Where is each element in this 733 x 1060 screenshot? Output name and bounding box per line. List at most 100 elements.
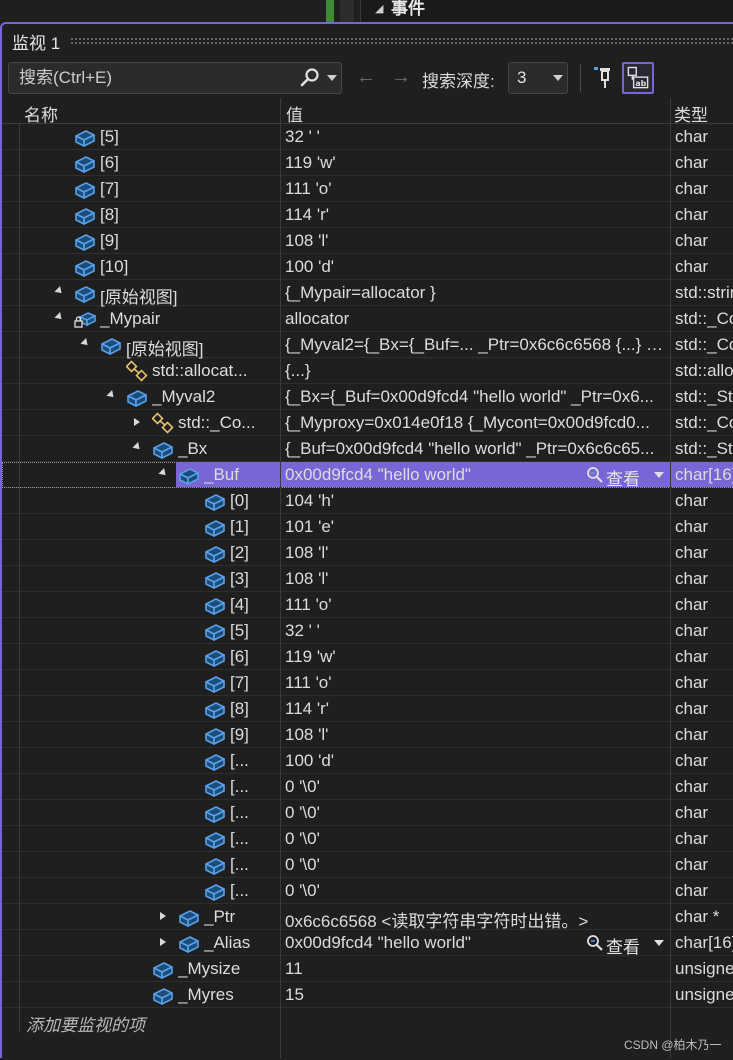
name-cell[interactable]: _Buf [2, 462, 280, 487]
column-divider[interactable] [280, 98, 281, 1058]
column-divider[interactable] [670, 98, 671, 1058]
drag-grip[interactable] [70, 37, 733, 45]
collapse-triangle-icon[interactable]: ◢ [375, 2, 383, 15]
watch-row[interactable]: [9] 108 'l' char [2, 228, 733, 254]
row-value[interactable]: {...} [285, 361, 667, 381]
name-cell[interactable]: [... [2, 826, 280, 851]
watch-row[interactable]: [8] 114 'r' char [2, 202, 733, 228]
expand-arrow-icon[interactable] [160, 938, 166, 946]
row-value[interactable]: 119 'w' [285, 153, 667, 173]
watch-row[interactable]: [4] 111 'o' char [2, 592, 733, 618]
row-value[interactable]: 104 'h' [285, 491, 667, 511]
search-options-chevron-down-icon[interactable] [327, 75, 337, 81]
splitter[interactable] [340, 0, 354, 22]
watch-row[interactable]: [3] 108 'l' char [2, 566, 733, 592]
watch-row[interactable]: _Ptr 0x6c6c6568 <读取字符串字符时出错。> char * [2, 904, 733, 932]
row-value[interactable]: {_Mypair=allocator } [285, 283, 667, 303]
search-back-arrow-icon[interactable]: ← [352, 62, 380, 92]
search-depth-select[interactable]: 3 [508, 62, 568, 94]
row-value[interactable]: 108 'l' [285, 569, 667, 589]
pin-icon[interactable] [588, 62, 616, 92]
watch-row[interactable]: [6] 119 'w' char [2, 644, 733, 670]
name-cell[interactable]: [原始视图] [2, 332, 280, 359]
row-value[interactable]: 114 'r' [285, 699, 667, 719]
row-value[interactable]: allocator [285, 309, 667, 329]
search-icon[interactable] [299, 67, 321, 89]
name-cell[interactable]: std::allocat... [2, 358, 280, 383]
watch-row[interactable]: [10] 100 'd' char [2, 254, 733, 280]
chevron-down-icon[interactable] [654, 472, 664, 478]
name-cell[interactable]: [7] [2, 176, 280, 201]
name-cell[interactable]: std::_Co... [2, 410, 280, 435]
watch-row[interactable]: [... 0 '\0' char [2, 774, 733, 800]
watch-row[interactable]: [2] 108 'l' char [2, 540, 733, 566]
row-value[interactable]: {_Myval2={_Bx={_Buf=... _Ptr=0x6c6c6568 … [285, 335, 667, 355]
chevron-down-icon[interactable] [654, 940, 664, 946]
row-value[interactable]: 0x6c6c6568 <读取字符串字符时出错。> [285, 907, 667, 932]
row-value[interactable]: {_Myproxy=0x014e0f18 {_Mycont=0x00d9fcd0… [285, 413, 667, 433]
row-value[interactable]: 0x00d9fcd4 "hello world" [285, 933, 581, 953]
name-cell[interactable]: _Myval2 [2, 384, 280, 409]
name-cell[interactable]: [1] [2, 514, 280, 539]
watch-row[interactable]: [8] 114 'r' char [2, 696, 733, 722]
watch-row[interactable]: [... 100 'd' char [2, 748, 733, 774]
add-watch-row[interactable]: 添加要监视的项 [20, 1008, 280, 1035]
name-cell[interactable]: [5] [2, 124, 280, 149]
name-cell[interactable]: [10] [2, 254, 280, 279]
watch-row[interactable]: _Mysize 11 unsigned int [2, 956, 733, 982]
watch-row[interactable]: _Mypair allocator std::_Compressed_pair [2, 306, 733, 332]
watch-row[interactable]: [原始视图] {_Mypair=allocator } std::string [2, 280, 733, 307]
name-cell[interactable]: [... [2, 800, 280, 825]
text-visualizer-button[interactable]: 查看 [586, 931, 668, 957]
row-value[interactable]: 0x00d9fcd4 "hello world" [285, 465, 581, 485]
row-value[interactable]: 0 '\0' [285, 803, 667, 823]
watch-row[interactable]: std::allocat... {...} std::allocator [2, 358, 733, 384]
row-value[interactable]: 32 ' ' [285, 621, 667, 641]
row-value[interactable]: 108 'l' [285, 231, 667, 251]
name-cell[interactable]: [5] [2, 618, 280, 643]
row-value[interactable]: 101 'e' [285, 517, 667, 537]
name-cell[interactable]: [2] [2, 540, 280, 565]
name-cell[interactable]: [... [2, 852, 280, 877]
expand-arrow-icon[interactable] [160, 912, 166, 920]
name-cell[interactable]: [3] [2, 566, 280, 591]
row-value[interactable]: {_Bx={_Buf=0x00d9fcd4 "hello world" _Ptr… [285, 387, 667, 407]
row-value[interactable]: 11 [285, 959, 667, 979]
watch-row[interactable]: _Bx {_Buf=0x00d9fcd4 "hello world" _Ptr=0… [2, 436, 733, 462]
collapse-arrow-icon[interactable] [158, 468, 169, 478]
watch-row[interactable]: _Myres 15 unsigned int [2, 982, 733, 1008]
name-cell[interactable]: _Bx [2, 436, 280, 461]
hex-display-toggle-icon[interactable]: ab [622, 62, 654, 94]
watch-row[interactable]: [0] 104 'h' char [2, 488, 733, 514]
watch-row[interactable]: std::_Co... {_Myproxy=0x014e0f18 {_Mycont… [2, 410, 733, 436]
row-value[interactable]: 15 [285, 985, 667, 1005]
name-cell[interactable]: [9] [2, 722, 280, 747]
watch-row[interactable]: [7] 111 'o' char [2, 670, 733, 696]
row-value[interactable]: 0 '\0' [285, 777, 667, 797]
row-value[interactable]: 111 'o' [285, 673, 667, 693]
collapse-arrow-icon[interactable] [54, 286, 65, 296]
row-value[interactable]: 108 'l' [285, 543, 667, 563]
name-cell[interactable]: [8] [2, 202, 280, 227]
expand-arrow-icon[interactable] [134, 418, 140, 426]
name-cell[interactable]: _Mysize [2, 956, 280, 981]
column-header-name[interactable]: 名称 [24, 101, 58, 126]
watch-row[interactable]: [原始视图] {_Myval2={_Bx={_Buf=... _Ptr=0x6c6… [2, 332, 733, 359]
watch-row[interactable]: _Alias 0x00d9fcd4 "hello world" 查看 char[16] [2, 930, 733, 957]
name-cell[interactable]: _Alias [2, 930, 280, 955]
collapse-arrow-icon[interactable] [54, 312, 65, 322]
search-forward-arrow-icon[interactable]: → [387, 62, 415, 92]
row-value[interactable]: 108 'l' [285, 725, 667, 745]
row-value[interactable]: 0 '\0' [285, 881, 667, 901]
watch-row[interactable]: _Myval2 {_Bx={_Buf=0x00d9fcd4 "hello worl… [2, 384, 733, 410]
watch-row[interactable]: [7] 111 'o' char [2, 176, 733, 202]
row-value[interactable]: 100 'd' [285, 257, 667, 277]
collapse-arrow-icon[interactable] [106, 390, 117, 400]
search-box[interactable] [8, 62, 342, 94]
row-value[interactable]: 111 'o' [285, 595, 667, 615]
name-cell[interactable]: _Mypair [2, 306, 280, 331]
watch-row[interactable]: [9] 108 'l' char [2, 722, 733, 748]
search-input[interactable] [9, 63, 289, 93]
watch-row[interactable]: [... 0 '\0' char [2, 878, 733, 904]
name-cell[interactable]: [9] [2, 228, 280, 253]
